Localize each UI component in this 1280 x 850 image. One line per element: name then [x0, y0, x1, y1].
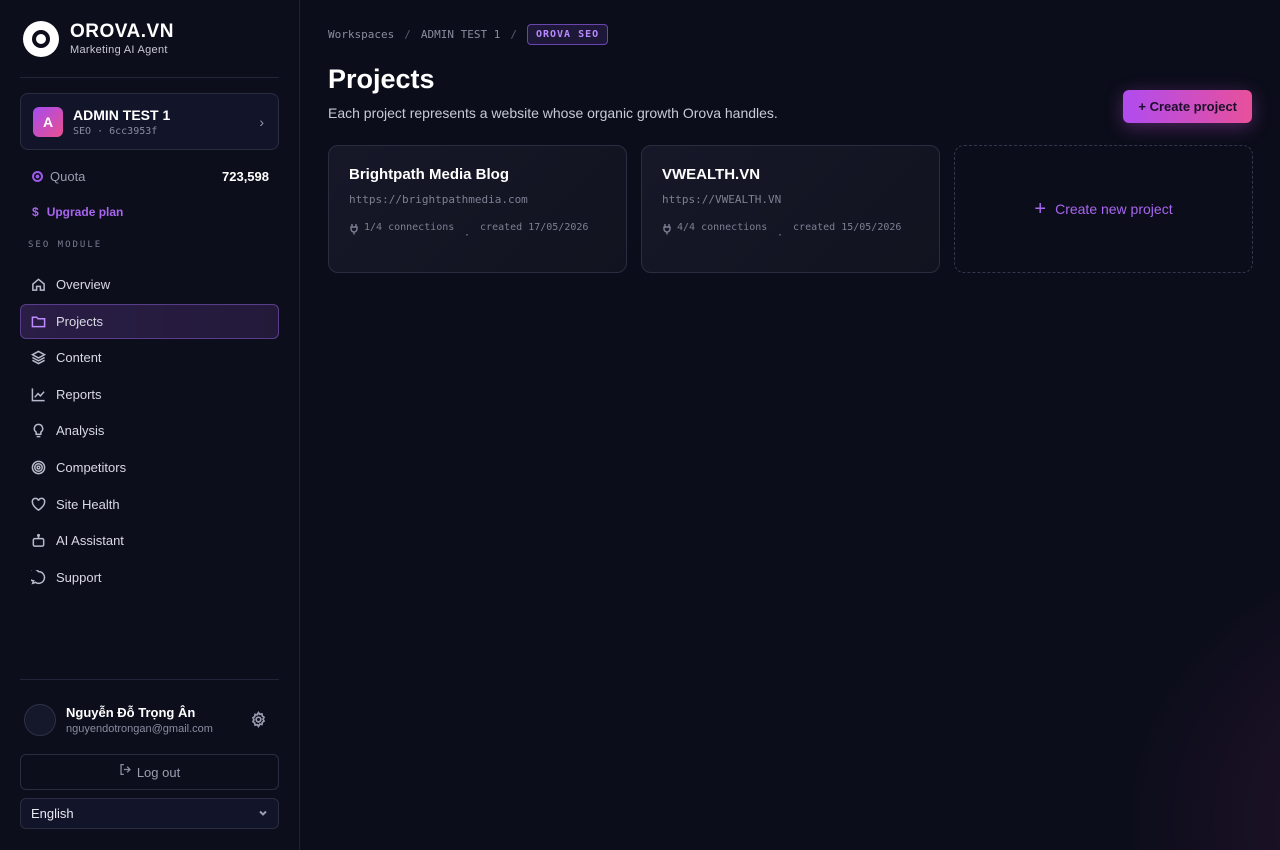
language-value: English — [31, 806, 74, 821]
chevron-right-icon: › — [259, 114, 264, 130]
quota-row: Quota 723,598 — [20, 164, 279, 188]
project-connections: 1/4 connections — [364, 222, 455, 233]
lightbulb-icon — [31, 423, 46, 438]
user-name: Nguyễn Đỗ Trọng Ân — [66, 705, 196, 720]
breadcrumb: Workspaces / ADMIN TEST 1 / OROVA SEO — [328, 23, 1252, 45]
sidebar-item-label: Reports — [56, 386, 102, 402]
create-new-project-label: Create new project — [1055, 201, 1173, 217]
quota-label: Quota — [50, 168, 86, 184]
project-created: created 15/05/2026 — [793, 222, 902, 233]
brand: OROVA.VN Marketing AI Agent — [20, 0, 279, 78]
brand-subtitle: Marketing AI Agent — [70, 44, 168, 56]
sidebar-item-label: Support — [56, 569, 102, 585]
chat-icon — [31, 569, 46, 585]
layers-icon — [31, 350, 46, 365]
chart-icon — [31, 387, 46, 402]
project-url: https://brightpathmedia.com — [349, 193, 528, 206]
sidebar-item-label: Overview — [56, 277, 111, 292]
chevron-down-icon — [258, 805, 268, 823]
breadcrumb-workspace[interactable]: ADMIN TEST 1 — [421, 28, 500, 41]
logout-icon — [119, 763, 132, 781]
sidebar-item-label: Projects — [56, 313, 103, 329]
folder-icon — [31, 314, 46, 329]
sidebar-item-ai-assistant[interactable]: AI Assistant — [20, 523, 279, 558]
heart-icon — [31, 497, 46, 512]
project-card[interactable]: Brightpath Media Blog https://brightpath… — [328, 145, 627, 273]
plug-icon — [662, 220, 672, 241]
breadcrumb-current-badge: OROVA SEO — [526, 23, 609, 45]
section-label: SEO MODULE — [28, 240, 103, 250]
user-profile: Nguyễn Đỗ Trọng Ân nguyendotrongan@gmail… — [20, 680, 279, 760]
sidebar-item-label: Site Health — [56, 496, 120, 512]
breadcrumb-separator: / — [404, 27, 411, 41]
project-card[interactable]: VWEALTH.VN https://VWEALTH.VN 4/4 connec… — [641, 145, 940, 273]
sidebar-item-site-health[interactable]: Site Health — [20, 487, 279, 522]
robot-icon — [31, 533, 46, 548]
meta-separator-dot: · — [777, 230, 784, 241]
orova-logo-icon[interactable] — [23, 20, 59, 57]
user-email: nguyendotrongan@gmail.com — [66, 723, 213, 735]
avatar[interactable] — [24, 704, 56, 736]
workspace-meta: SEO · 6cc3953f — [73, 125, 158, 137]
dollar-icon: $ — [32, 205, 39, 219]
page-subtitle: Each project represents a website whose … — [328, 105, 778, 121]
target-icon — [31, 460, 46, 475]
workspace-switcher[interactable]: A ADMIN TEST 1 SEO · 6cc3953f › — [20, 93, 279, 150]
create-new-project-card[interactable]: + Create new project — [954, 145, 1253, 273]
sidebar-item-projects[interactable]: Projects — [20, 303, 279, 339]
upgrade-plan-link[interactable]: $ Upgrade plan — [20, 202, 279, 222]
project-url: https://VWEALTH.VN — [662, 193, 782, 206]
logout-label: Log out — [136, 764, 181, 780]
main-content: Workspaces / ADMIN TEST 1 / OROVA SEO Pr… — [300, 0, 1280, 850]
quota-value: 723,598 — [222, 168, 269, 184]
meta-separator-dot: · — [464, 230, 471, 241]
breadcrumb-workspaces[interactable]: Workspaces — [328, 28, 394, 41]
sidebar-item-label: Analysis — [56, 423, 105, 439]
sidebar-item-support[interactable]: Support — [20, 560, 279, 595]
sidebar-item-analysis[interactable]: Analysis — [20, 413, 279, 448]
project-created: created 17/05/2026 — [480, 222, 589, 233]
gear-icon[interactable] — [250, 711, 267, 733]
home-icon — [31, 277, 46, 292]
quota-icon — [32, 170, 43, 182]
create-project-button[interactable]: + Create project — [1123, 90, 1252, 123]
sidebar-nav: Overview Projects Content Reports Analys… — [20, 267, 279, 595]
project-meta: 4/4 connections · created 15/05/2026 — [662, 220, 919, 244]
brand-name: OROVA.VN — [70, 21, 174, 42]
plug-icon — [349, 220, 359, 241]
sidebar-item-content[interactable]: Content — [20, 340, 279, 375]
language-select[interactable]: English — [20, 798, 279, 829]
plus-icon: + — [1034, 198, 1047, 220]
upgrade-plan-label: Upgrade plan — [46, 205, 124, 219]
page-title: Projects — [328, 64, 435, 94]
project-name: VWEALTH.VN — [662, 166, 761, 183]
project-connections: 4/4 connections — [677, 222, 768, 233]
project-name: Brightpath Media Blog — [349, 166, 509, 183]
sidebar-item-reports[interactable]: Reports — [20, 377, 279, 412]
sidebar-item-competitors[interactable]: Competitors — [20, 450, 279, 485]
project-cards: Brightpath Media Blog https://brightpath… — [328, 145, 1253, 273]
sidebar: OROVA.VN Marketing AI Agent A ADMIN TEST… — [0, 0, 300, 850]
project-meta: 1/4 connections · created 17/05/2026 — [349, 220, 606, 244]
sidebar-footer: Nguyễn Đỗ Trọng Ân nguyendotrongan@gmail… — [20, 679, 279, 829]
workspace-name: ADMIN TEST 1 — [73, 106, 171, 123]
sidebar-item-overview[interactable]: Overview — [20, 267, 279, 302]
breadcrumb-separator: / — [510, 27, 517, 41]
workspace-avatar: A — [33, 106, 63, 137]
sidebar-item-label: AI Assistant — [56, 533, 124, 549]
sidebar-item-label: Competitors — [56, 459, 127, 475]
sidebar-item-label: Content — [56, 350, 102, 366]
